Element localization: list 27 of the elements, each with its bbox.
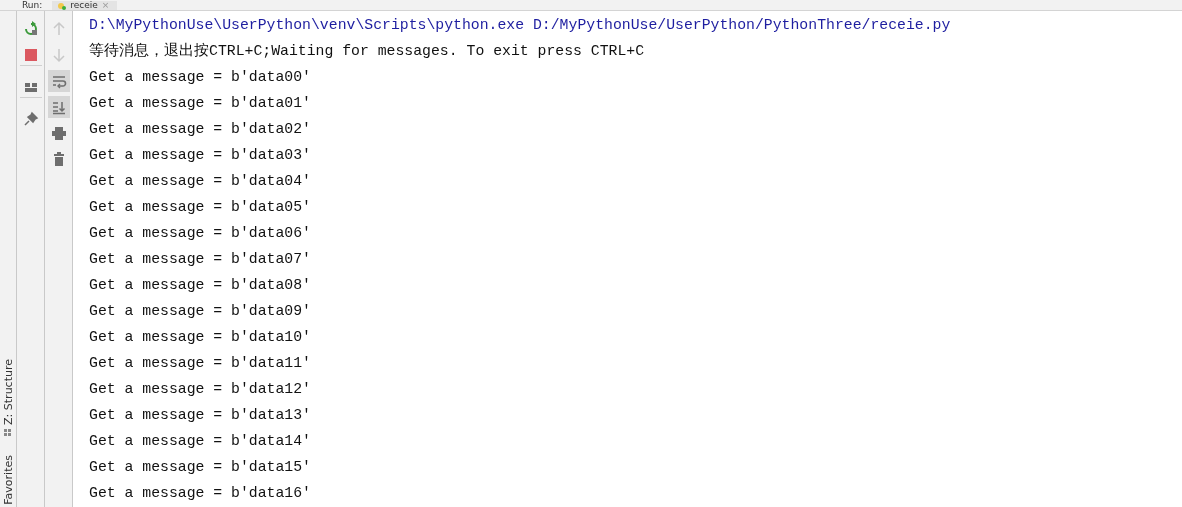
console-output-line: Get a message = b'data06' [89,224,312,243]
console-output-line: Get a message = b'data02' [89,120,312,139]
console-output-line: Get a message = b'data04' [89,172,312,191]
side-tab[interactable]: Z: Structure [1,359,15,426]
console-output-line: 等待消息，退出按CTRL+C;Waiting for messages. To exit press CTRL+C [89,41,646,61]
structure-icon [4,429,12,438]
console-output-line: Get a message = b'data08' [89,276,312,295]
console-output-line: Get a message = b'data11' [89,354,312,373]
console-output-line: Get a message = b'data10' [89,328,312,347]
console-output-line: Get a message = b'data13' [89,406,312,425]
run-tab[interactable]: receie × [52,1,118,10]
console-output-line: Get a message = b'data16' [89,484,312,503]
side-tab[interactable]: Favorites [1,455,15,505]
run-label: Run: [22,1,43,10]
console-output-line: Get a message = b'data14' [89,432,312,451]
console-output-line: Get a message = b'data00' [89,68,312,87]
console-output-line: Get a message = b'data05' [89,198,312,217]
command-line: D:\MyPythonUse\UserPython\venv\Scripts\python.exe D:/MyPythonUse/UserPython/PythonThree/receie.py [89,16,952,35]
console-output-line: Get a message = b'data07' [89,250,312,269]
python-file-icon [58,2,67,10]
console-output-line: Get a message = b'data09' [89,302,312,321]
scroll-to-end-icon[interactable] [47,96,70,118]
console-output-line: Get a message = b'data12' [89,380,312,399]
soft-wrap-icon[interactable] [47,70,70,92]
console-output-line: Get a message = b'data01' [89,94,312,113]
console-output-line: Get a message = b'data15' [89,458,312,477]
console-output-line: Get a message = b'data03' [89,146,312,165]
